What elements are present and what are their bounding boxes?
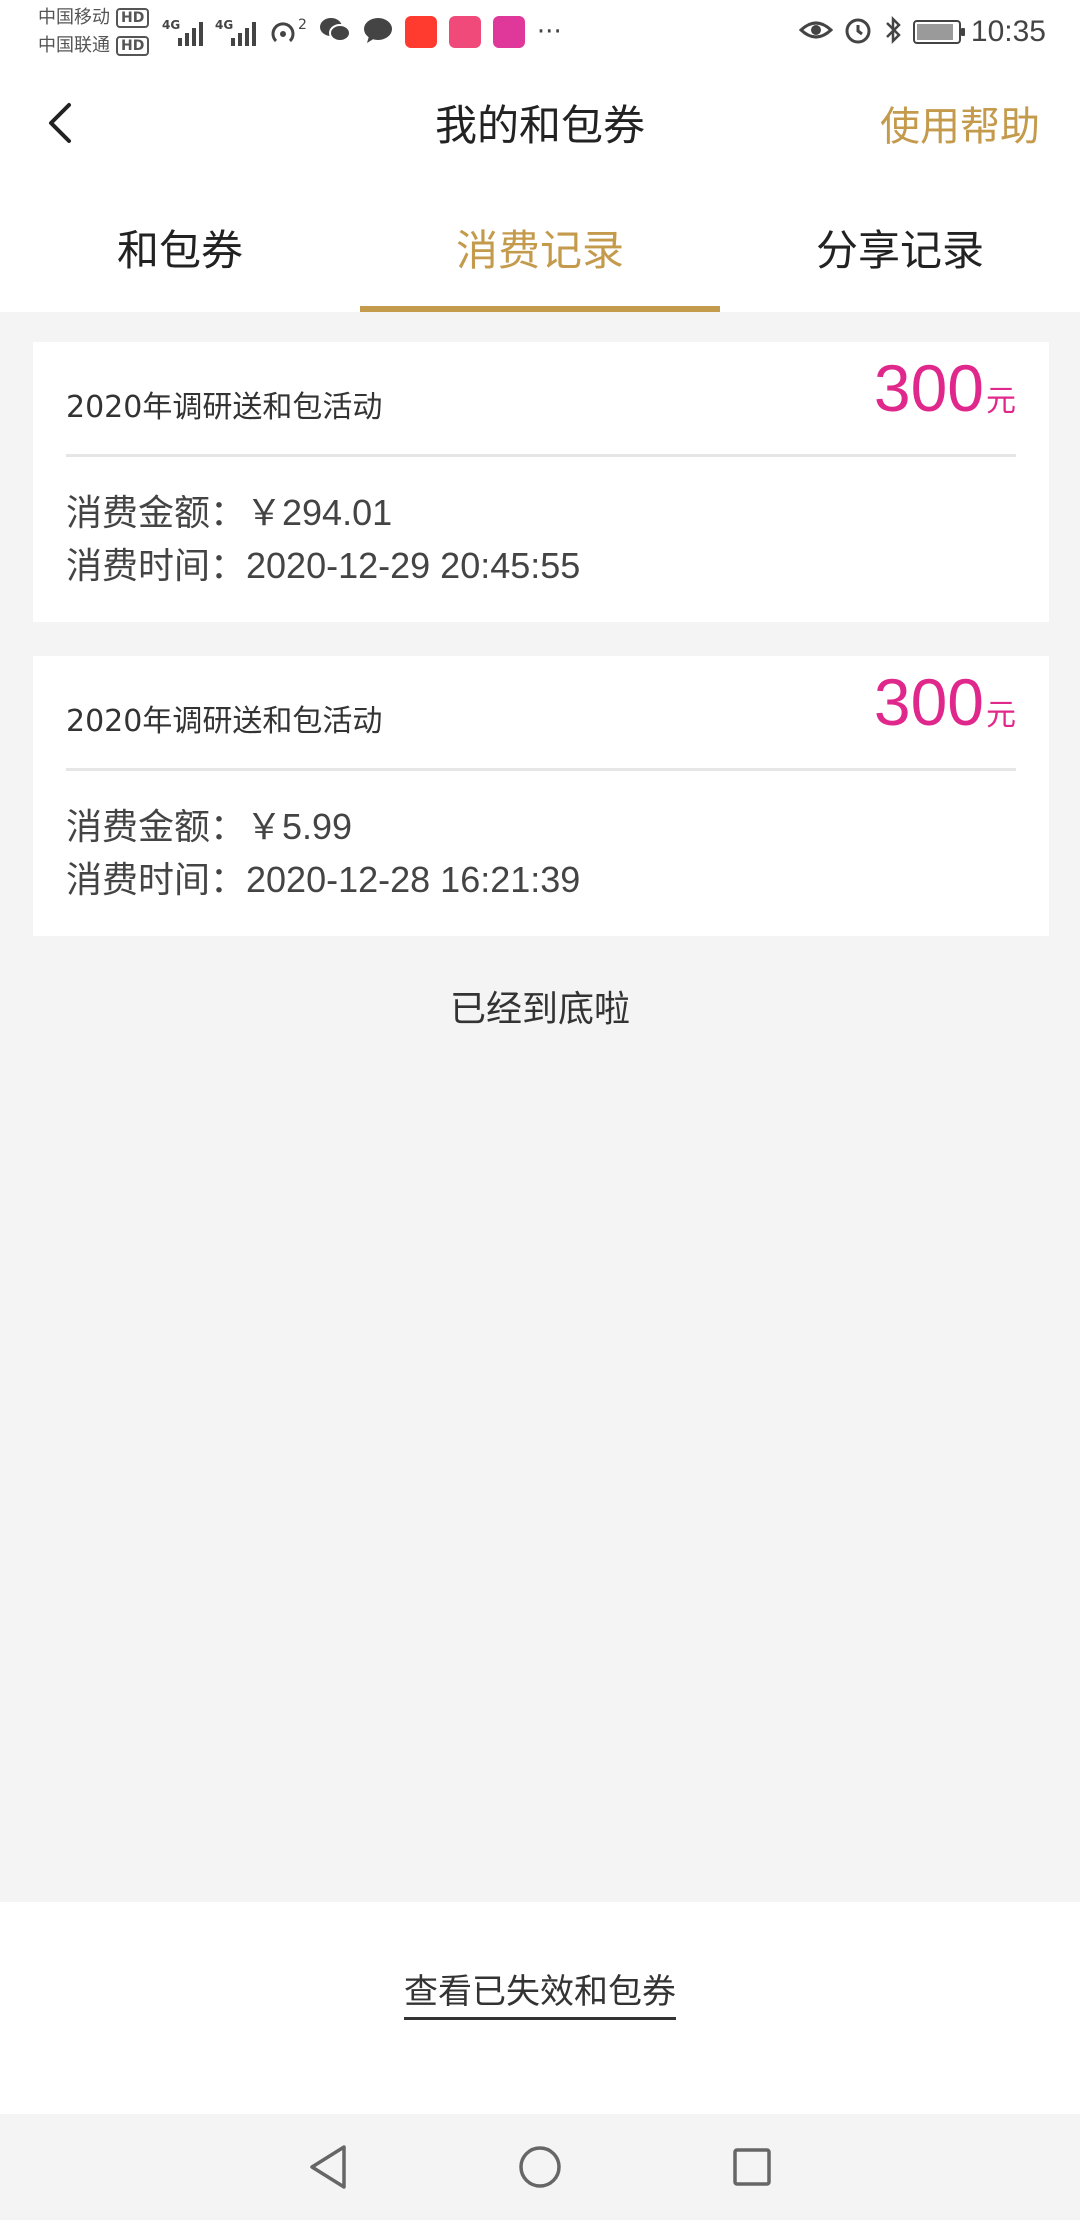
network-type: 4G — [215, 18, 234, 32]
nav-recents-button[interactable] — [716, 2131, 788, 2203]
network-type: 4G — [162, 18, 181, 32]
more-notifications: ··· — [536, 17, 562, 47]
hotspot-icon: 2 — [268, 17, 307, 47]
record-card: 2020年调研送和包活动 300元 消费金额：￥294.01 消费时间：2020… — [33, 342, 1049, 622]
square-recents-icon — [733, 2148, 771, 2186]
status-icons-left: 4G 4G 2 ··· — [162, 12, 562, 52]
spent-time-row: 消费时间：2020-12-29 20:45:55 — [66, 540, 1016, 593]
coupon-amount-unit: 元 — [986, 384, 1016, 419]
carrier-info: 中国移动 HD 中国联通 HD — [38, 4, 150, 60]
record-card-body: 消费金额：￥5.99 消费时间：2020-12-28 16:21:39 — [33, 771, 1049, 907]
spent-time-label: 消费时间： — [66, 860, 247, 901]
tab-share-records[interactable]: 分享记录 — [720, 182, 1080, 312]
spent-amount-row: 消费金额：￥294.01 — [66, 487, 1016, 540]
status-bar: 中国移动 HD 中国联通 HD 4G 4G 2 ··· 10:35 — [0, 0, 1080, 64]
expired-coupons-link-wrap: 查看已失效和包券 — [0, 1964, 1080, 2020]
tab-coupons[interactable]: 和包券 — [0, 182, 360, 312]
wechat-icon — [319, 16, 351, 48]
tab-consumption-records[interactable]: 消费记录 — [360, 182, 720, 312]
alarm-icon — [843, 15, 873, 49]
help-link[interactable]: 使用帮助 — [880, 94, 1040, 152]
eye-icon — [798, 18, 834, 46]
spent-amount-value: ￥5.99 — [246, 806, 353, 847]
spent-amount-label: 消费金额： — [66, 493, 247, 534]
spent-amount-label: 消费金额： — [66, 807, 247, 848]
coupon-amount-value: 300 — [873, 351, 984, 425]
carrier-2-name: 中国联通 — [38, 35, 110, 56]
carrier-1-name: 中国移动 — [38, 7, 110, 28]
app-badge-3 — [492, 16, 525, 48]
carrier-1: 中国移动 HD — [38, 4, 150, 32]
system-nav-bar — [0, 2114, 1080, 2220]
record-card-body: 消费金额：￥294.01 消费时间：2020-12-29 20:45:55 — [33, 457, 1049, 593]
battery-icon — [912, 20, 965, 44]
hotspot-count: 2 — [298, 17, 307, 33]
coupon-name: 2020年调研送和包活动 — [66, 390, 383, 425]
tab-bar: 和包券 消费记录 分享记录 — [0, 182, 1080, 312]
nav-back-button[interactable] — [292, 2131, 364, 2203]
record-card: 2020年调研送和包活动 300元 消费金额：￥5.99 消费时间：2020-1… — [33, 656, 1049, 936]
carrier-2: 中国联通 HD — [38, 32, 150, 60]
signal-icon: 4G — [215, 18, 256, 46]
hd-badge: HD — [116, 36, 150, 56]
coupon-amount-value: 300 — [873, 665, 984, 739]
spent-time-value: 2020-12-29 20:45:55 — [246, 545, 581, 586]
circle-home-icon — [519, 2146, 561, 2188]
record-card-header: 2020年调研送和包活动 300元 — [66, 342, 1016, 457]
hd-badge: HD — [116, 8, 150, 28]
spent-time-row: 消费时间：2020-12-28 16:21:39 — [66, 854, 1016, 907]
message-icon — [363, 16, 393, 48]
app-badge-2 — [448, 16, 481, 48]
spent-amount-row: 消费金额：￥5.99 — [66, 801, 1016, 854]
status-icons-right: 10:35 — [798, 10, 1046, 54]
coupon-amount-unit: 元 — [986, 698, 1016, 733]
triangle-back-icon — [310, 2145, 346, 2189]
bottom-bar: 查看已失效和包券 — [0, 1902, 1080, 2114]
coupon-name: 2020年调研送和包活动 — [66, 704, 383, 739]
app-header: 我的和包券 使用帮助 — [0, 64, 1080, 182]
expired-coupons-link[interactable]: 查看已失效和包券 — [404, 1964, 676, 2020]
clock: 10:35 — [970, 15, 1046, 48]
bluetooth-icon — [883, 15, 903, 49]
coupon-amount: 300元 — [874, 664, 1016, 740]
spent-time-label: 消费时间： — [66, 546, 247, 587]
nav-home-button[interactable] — [504, 2131, 576, 2203]
coupon-amount: 300元 — [874, 350, 1016, 426]
spent-time-value: 2020-12-28 16:21:39 — [246, 859, 581, 900]
signal-icon: 4G — [162, 18, 203, 46]
end-of-list-text: 已经到底啦 — [449, 989, 630, 1030]
spent-amount-value: ￥294.01 — [246, 492, 393, 533]
app-badge-1 — [404, 16, 437, 48]
record-card-header: 2020年调研送和包活动 300元 — [66, 656, 1016, 771]
